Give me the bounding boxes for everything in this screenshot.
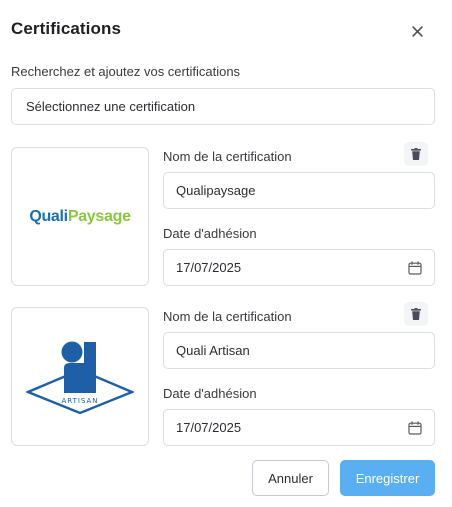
cancel-button[interactable]: Annuler	[252, 460, 329, 496]
date-value: 17/07/2025	[176, 260, 242, 275]
close-button[interactable]	[406, 20, 428, 42]
certification-logo-box: ARTISAN	[11, 307, 149, 446]
qualipaysage-logo: Quali Paysage	[29, 207, 131, 226]
date-label: Date d'adhésion	[163, 386, 257, 401]
date-value: 17/07/2025	[176, 420, 242, 435]
certification-name-input[interactable]: Qualipaysage	[163, 172, 435, 209]
date-input[interactable]: 17/07/2025	[163, 249, 435, 286]
close-icon	[411, 25, 423, 37]
name-label: Nom de la certification	[163, 149, 292, 164]
calendar-icon[interactable]	[408, 420, 422, 435]
certification-logo-box: Quali Paysage	[11, 147, 149, 286]
save-button[interactable]: Enregistrer	[340, 460, 435, 496]
certification-name-input[interactable]: Quali Artisan	[163, 332, 435, 369]
certifications-modal: Certifications Recherchez et ajoutez vos…	[0, 0, 452, 507]
trash-icon	[411, 148, 421, 160]
trash-icon	[411, 308, 421, 320]
modal-title: Certifications	[11, 19, 122, 38]
logo-text-paysage: Paysage	[67, 207, 131, 225]
delete-button[interactable]	[404, 142, 428, 166]
certification-select-value: Sélectionnez une certification	[26, 99, 196, 114]
certification-name-value: Quali Artisan	[176, 343, 250, 358]
delete-button[interactable]	[404, 302, 428, 326]
modal-subtitle: Recherchez et ajoutez vos certifications	[11, 64, 241, 79]
quali-artisan-logo: ARTISAN	[26, 341, 134, 414]
name-label: Nom de la certification	[163, 309, 292, 324]
logo-text-quali: Quali	[29, 207, 68, 225]
calendar-icon[interactable]	[408, 260, 422, 275]
logo-text-artisan: ARTISAN	[61, 397, 98, 405]
date-label: Date d'adhésion	[163, 226, 257, 241]
certification-name-value: Qualipaysage	[176, 183, 256, 198]
date-input[interactable]: 17/07/2025	[163, 409, 435, 446]
certification-select[interactable]: Sélectionnez une certification	[11, 88, 435, 125]
